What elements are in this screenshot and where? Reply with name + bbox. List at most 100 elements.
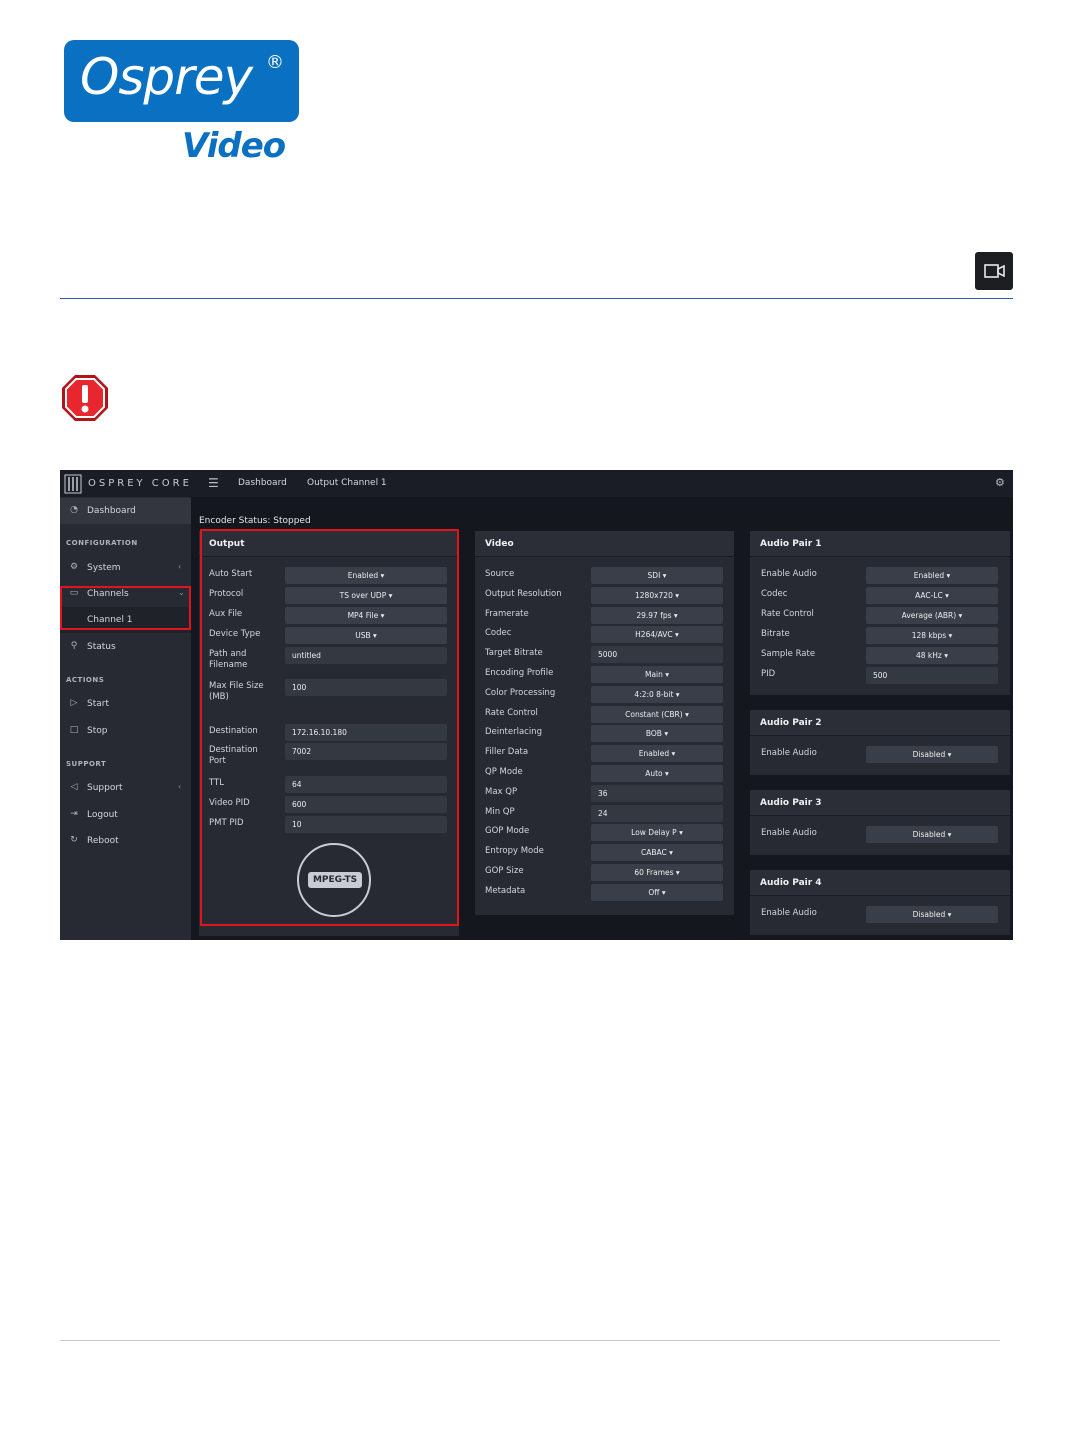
- menu-icon[interactable]: ☰: [208, 476, 219, 490]
- field-label: Enable Audio: [761, 908, 817, 918]
- dropdown-select[interactable]: BOB ▾: [591, 725, 723, 743]
- sidebar-item-label: Start: [87, 699, 109, 709]
- field-label: Entropy Mode: [485, 846, 544, 857]
- sidebar: ◔ Dashboard CONFIGURATION ⚙ System ‹ ▭ C…: [60, 497, 191, 940]
- field-label: Enable Audio: [761, 828, 817, 838]
- field-label: QP Mode: [485, 767, 523, 777]
- video-panel: Video Source SDI ▾ Output Resolution 1280x7…: [475, 531, 734, 915]
- field-label: Min QP: [485, 806, 515, 817]
- dropdown-select[interactable]: Disabled ▾: [866, 906, 998, 923]
- dropdown-select[interactable]: Constant (CBR) ▾: [591, 705, 723, 723]
- field-label: Metadata: [485, 885, 526, 896]
- sidebar-item-support[interactable]: ◁ Support ‹: [60, 775, 191, 801]
- breadcrumb-output-channel: Output Channel 1: [307, 478, 387, 488]
- field-label: Codec: [761, 589, 788, 599]
- sidebar-item-status[interactable]: ⚲ Status: [60, 634, 191, 660]
- field-label: PID: [761, 669, 776, 679]
- encoder-status: Encoder Status: Stopped: [199, 516, 311, 526]
- field-label: Max QP: [485, 786, 518, 797]
- sidebar-heading-support: SUPPORT: [66, 760, 107, 768]
- logo-brand-text: Osprey: [80, 48, 253, 106]
- field-label: Rate Control: [485, 707, 538, 718]
- dropdown-select[interactable]: Enabled ▾: [866, 567, 998, 584]
- dashboard-gauge-icon: ◔: [70, 505, 78, 515]
- dropdown-select[interactable]: H264/AVC ▾: [591, 626, 723, 644]
- panel-title: Audio Pair 2: [760, 718, 822, 728]
- text-input[interactable]: 24: [591, 804, 723, 822]
- footer-rule: [60, 1340, 1000, 1341]
- audio-pair-3-panel: Audio Pair 3 Enable Audio Disabled ▾: [750, 790, 1010, 855]
- dropdown-select[interactable]: Main ▾: [591, 666, 723, 683]
- text-input[interactable]: 36: [591, 784, 723, 802]
- audio-pair-4-panel: Audio Pair 4 Enable Audio Disabled ▾: [750, 870, 1010, 935]
- cog-icon: ⚙: [69, 562, 79, 572]
- dropdown-select[interactable]: AAC-LC ▾: [866, 587, 998, 604]
- sidebar-item-label: Support: [87, 783, 123, 793]
- dropdown-select[interactable]: Low Delay P ▾: [591, 824, 723, 842]
- sidebar-heading-actions: ACTIONS: [66, 676, 105, 684]
- sidebar-item-stop[interactable]: □ Stop: [60, 718, 191, 744]
- play-icon: ▷: [70, 698, 78, 708]
- encoder-status-value: Stopped: [273, 516, 311, 526]
- sidebar-item-label: Logout: [87, 810, 118, 820]
- dropdown-select[interactable]: 48 kHz ▾: [866, 647, 998, 664]
- channels-highlight-box: [60, 586, 191, 630]
- app-top-bar: OSPREY CORE ☰ Dashboard Output Channel 1…: [60, 470, 1013, 497]
- field-label: Filler Data: [485, 747, 529, 758]
- sidebar-item-label: Status: [87, 642, 116, 652]
- sidebar-item-label: Reboot: [87, 836, 119, 846]
- stop-icon: □: [69, 725, 79, 735]
- send-icon: ◁: [70, 782, 78, 792]
- dropdown-select[interactable]: 29.97 fps ▾: [591, 606, 723, 624]
- panel-header: Audio Pair 4: [750, 870, 1010, 896]
- panel-title: Audio Pair 3: [760, 798, 822, 808]
- header-rule: [60, 298, 1013, 299]
- field-label: Framerate: [485, 608, 529, 619]
- dropdown-select[interactable]: Enabled ▾: [591, 745, 723, 763]
- logo-registered-mark: ®: [266, 52, 284, 73]
- dropdown-select[interactable]: Off ▾: [591, 883, 723, 901]
- dropdown-select[interactable]: Disabled ▾: [866, 746, 998, 763]
- dropdown-select[interactable]: Disabled ▾: [866, 826, 998, 843]
- breadcrumb-dashboard[interactable]: Dashboard: [238, 478, 287, 488]
- dropdown-select[interactable]: 128 kbps ▾: [866, 627, 998, 644]
- osprey-core-logo-icon: [64, 474, 82, 494]
- sidebar-item-logout[interactable]: ⇥ Logout: [60, 802, 191, 828]
- sidebar-item-system[interactable]: ⚙ System ‹: [60, 555, 191, 581]
- field-label: GOP Mode: [485, 826, 530, 837]
- panel-header: Audio Pair 2: [750, 710, 1010, 736]
- field-label: Encoding Profile: [485, 668, 554, 678]
- panel-title: Audio Pair 4: [760, 878, 822, 888]
- field-label: Output Resolution: [485, 588, 562, 599]
- app-brand: OSPREY CORE: [88, 478, 192, 489]
- dropdown-select[interactable]: SDI ▾: [591, 567, 723, 584]
- field-label: Rate Control: [761, 609, 814, 619]
- field-label: Enable Audio: [761, 748, 817, 758]
- dropdown-select[interactable]: CABAC ▾: [591, 844, 723, 862]
- reboot-icon: ↻: [70, 835, 78, 845]
- video-camera-icon: [975, 252, 1013, 290]
- osprey-core-screenshot: OSPREY CORE ☰ Dashboard Output Channel 1…: [60, 470, 1013, 940]
- sidebar-item-reboot[interactable]: ↻ Reboot: [60, 828, 191, 854]
- osprey-video-logo: Osprey ® Video: [64, 40, 300, 166]
- sidebar-item-label: System: [87, 563, 121, 573]
- audio-pair-1-panel: Audio Pair 1 Enable Audio Enabled ▾ Codec A…: [750, 531, 1010, 695]
- dropdown-select[interactable]: 60 Frames ▾: [591, 864, 723, 881]
- text-input[interactable]: 5000: [591, 646, 723, 664]
- search-icon: ⚲: [70, 641, 78, 651]
- sidebar-item-start[interactable]: ▷ Start: [60, 691, 191, 717]
- sidebar-item-label: Stop: [87, 726, 108, 736]
- field-label: Enable Audio: [761, 569, 817, 579]
- chevron-left-icon: ‹: [178, 782, 182, 791]
- panel-header: Audio Pair 3: [750, 790, 1010, 816]
- dropdown-select[interactable]: Average (ABR) ▾: [866, 607, 998, 624]
- dropdown-select[interactable]: 4:2:0 8-bit ▾: [591, 685, 723, 703]
- text-input[interactable]: 500: [866, 667, 998, 684]
- dropdown-select[interactable]: Auto ▾: [591, 765, 723, 782]
- sidebar-item-dashboard[interactable]: ◔ Dashboard: [60, 498, 191, 524]
- panel-header: Video: [475, 531, 734, 557]
- encoder-status-label: Encoder Status:: [199, 516, 271, 526]
- settings-gear-icon[interactable]: ⚙: [995, 476, 1005, 489]
- field-label: Source: [485, 569, 515, 579]
- dropdown-select[interactable]: 1280x720 ▾: [591, 586, 723, 604]
